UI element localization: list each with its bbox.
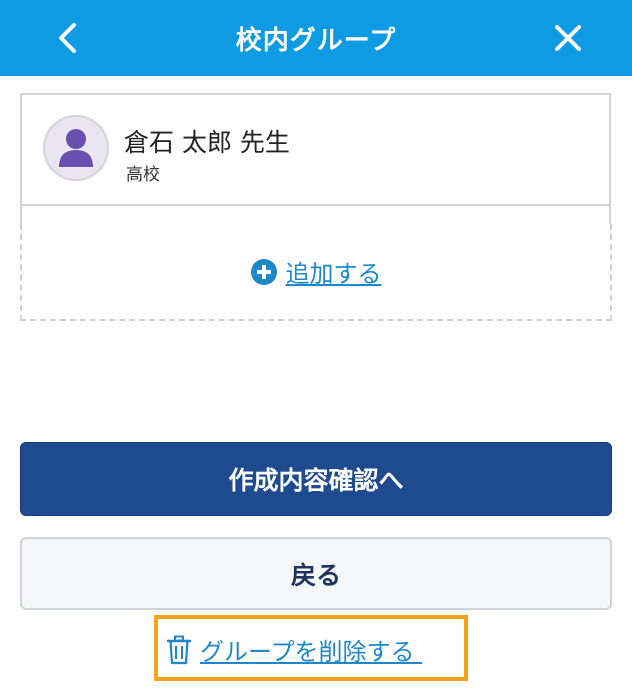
confirm-button[interactable]: 作成内容確認へ bbox=[20, 442, 612, 516]
page-title: 校内グループ bbox=[235, 25, 397, 56]
add-member-area: 追加する bbox=[20, 224, 612, 321]
chevron-left-icon bbox=[59, 23, 76, 53]
plus-circle-icon bbox=[250, 258, 277, 285]
list-spacer bbox=[20, 206, 611, 224]
back-button[interactable]: 戻る bbox=[20, 537, 612, 610]
close-button[interactable] bbox=[548, 18, 588, 58]
close-icon bbox=[555, 25, 581, 51]
back-nav-button[interactable] bbox=[48, 18, 88, 58]
trash-icon bbox=[166, 635, 192, 664]
delete-group-label: グループを削除する bbox=[200, 638, 423, 666]
delete-group-link[interactable]: グループを削除する bbox=[166, 632, 422, 667]
avatar bbox=[43, 115, 109, 181]
add-member-label: 追加する bbox=[285, 260, 382, 288]
member-school: 高校 bbox=[126, 165, 160, 185]
person-avatar-icon bbox=[59, 129, 93, 167]
add-member-link[interactable]: 追加する bbox=[250, 254, 382, 289]
app-header: 校内グループ bbox=[0, 0, 632, 76]
member-card: 倉石 太郎 先生 高校 bbox=[20, 93, 611, 205]
member-name: 倉石 太郎 先生 bbox=[124, 128, 290, 157]
